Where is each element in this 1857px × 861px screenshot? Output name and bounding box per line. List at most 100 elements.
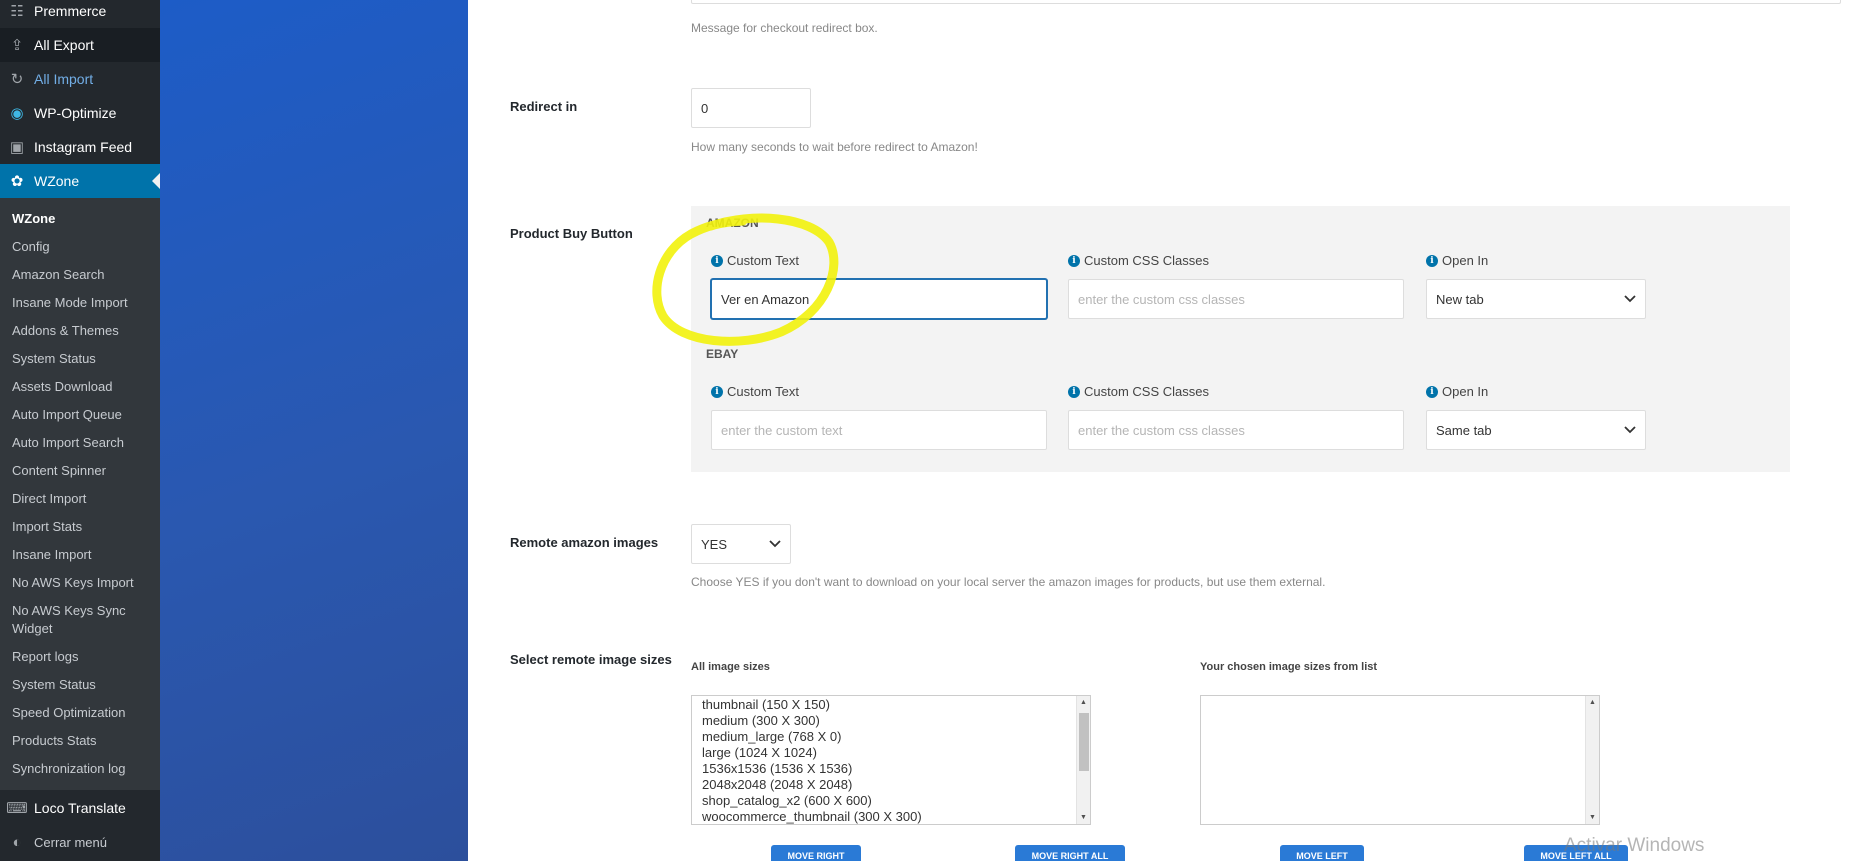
scroll-up-icon[interactable]: ▲	[1589, 699, 1596, 706]
submenu-item[interactable]: No AWS Keys Import	[12, 574, 157, 592]
ebay-custom-text-input[interactable]: enter the custom text	[711, 410, 1047, 450]
submenu-item[interactable]: Synchronization log	[12, 760, 157, 778]
menu-item-all-import[interactable]: ↻ All Import	[0, 62, 160, 96]
chosen-image-sizes-list[interactable]: ▲ ▼	[1200, 695, 1600, 825]
list-scrollbar[interactable]: ▲ ▼	[1076, 696, 1090, 824]
list-option[interactable]: 1536x1536 (1536 X 1536)	[702, 761, 852, 777]
checkout-message-textarea[interactable]	[691, 0, 1841, 4]
amazon-open-in-label: i Open In	[1426, 253, 1488, 268]
submenu-item[interactable]: Import Stats	[12, 518, 157, 536]
camera-icon: ▣	[9, 139, 25, 156]
menu-label: Cerrar menú	[34, 834, 107, 850]
submenu-item[interactable]: Direct Import	[12, 490, 157, 508]
buy-button-label: Product Buy Button	[510, 226, 633, 241]
submenu-item[interactable]: Speed Optimization	[12, 704, 157, 722]
amazon-open-in-select[interactable]: New tab	[1426, 279, 1646, 319]
menu-label: All Import	[34, 71, 94, 87]
redirect-seconds-input[interactable]: 0	[691, 88, 811, 128]
list-option[interactable]: woocommerce_thumbnail (300 X 300)	[702, 809, 922, 824]
amazon-custom-text-input[interactable]: Ver en Amazon	[711, 279, 1047, 319]
list-scrollbar[interactable]: ▲ ▼	[1585, 696, 1599, 824]
move-right-button[interactable]: MOVE RIGHT	[771, 845, 861, 861]
menu-label: Premmerce	[34, 3, 107, 19]
amazon-css-input[interactable]: enter the custom css classes	[1068, 279, 1404, 319]
label-text: Custom Text	[727, 384, 800, 399]
move-left-button[interactable]: MOVE LEFT	[1280, 845, 1364, 861]
ebay-custom-text-label: i Custom Text	[711, 384, 799, 399]
scroll-down-icon[interactable]: ▼	[1080, 814, 1087, 821]
list-option[interactable]: medium_large (768 X 0)	[702, 729, 841, 745]
label-text: Custom Text	[727, 253, 800, 268]
ebay-open-in-select[interactable]: Same tab	[1426, 410, 1646, 450]
submenu-item[interactable]: WZone	[12, 210, 157, 228]
optimize-icon: ◉	[10, 105, 24, 122]
scroll-thumb[interactable]	[1079, 713, 1089, 771]
scroll-down-icon[interactable]: ▼	[1589, 814, 1596, 821]
list-option[interactable]: shop_catalog_x2 (600 X 600)	[702, 793, 872, 809]
move-right-all-button[interactable]: MOVE RIGHT ALL	[1015, 845, 1125, 861]
decorative-blue-panel	[160, 0, 468, 861]
amazon-group-title: AMAZON	[706, 216, 759, 230]
all-image-sizes-title: All image sizes	[691, 661, 770, 673]
label-text: Custom CSS Classes	[1084, 253, 1209, 268]
submenu-item[interactable]: Config	[12, 238, 157, 256]
amazon-css-label: i Custom CSS Classes	[1068, 253, 1209, 268]
translate-icon: ⌨	[6, 800, 28, 817]
activate-windows-watermark: Activar Windows	[1564, 835, 1705, 856]
checkout-message-desc: Message for checkout redirect box.	[691, 21, 878, 35]
collapse-menu-button[interactable]: ◐ Cerrar menú	[0, 825, 160, 859]
select-value: New tab	[1436, 291, 1484, 307]
menu-item-premmerce[interactable]: ☷ Premmerce	[0, 0, 160, 28]
submenu-item[interactable]: Insane Mode Import	[12, 294, 157, 312]
info-icon: i	[1426, 254, 1438, 267]
label-text: Open In	[1442, 384, 1489, 399]
submenu-item[interactable]: Amazon Search	[12, 266, 157, 284]
menu-item-all-export[interactable]: ⇪ All Export	[0, 28, 160, 62]
ebay-css-input[interactable]: enter the custom css classes	[1068, 410, 1404, 450]
menu-label: WZone	[34, 173, 80, 189]
scroll-up-icon[interactable]: ▲	[1080, 699, 1087, 706]
submenu-item[interactable]: Auto Import Queue	[12, 406, 157, 424]
remote-images-desc: Choose YES if you don't want to download…	[691, 575, 1326, 589]
info-icon: i	[1426, 385, 1438, 398]
menu-label: Loco Translate	[34, 800, 126, 816]
info-icon: i	[711, 385, 723, 398]
submenu-item[interactable]: Addons & Themes	[12, 322, 157, 340]
menu-item-wzone[interactable]: ✿ WZone	[0, 164, 160, 198]
info-icon: i	[1068, 385, 1080, 398]
submenu-item[interactable]: System Status	[12, 676, 157, 694]
list-option[interactable]: large (1024 X 1024)	[702, 745, 817, 761]
chosen-image-sizes-title: Your chosen image sizes from list	[1200, 661, 1378, 673]
submenu-item[interactable]: System Status	[12, 350, 157, 368]
menu-item-wp-optimize[interactable]: ◉ WP-Optimize	[0, 96, 160, 130]
submenu-item[interactable]: Content Spinner	[12, 462, 157, 480]
list-option[interactable]: thumbnail (150 X 150)	[702, 697, 830, 713]
list-option[interactable]: medium (300 X 300)	[702, 713, 820, 729]
submenu-item[interactable]: Report logs	[12, 648, 157, 666]
admin-sidebar: ☷ Premmerce ⇪ All Export ↻ All Import ◉ …	[0, 0, 160, 861]
info-icon: i	[1068, 254, 1080, 267]
menu-label: All Export	[34, 37, 94, 53]
all-image-sizes-list[interactable]: thumbnail (150 X 150) medium (300 X 300)…	[691, 695, 1091, 825]
remote-images-label: Remote amazon images	[510, 535, 659, 550]
buy-button-box: AMAZON i Custom Text Ver en Amazon i Cus…	[691, 206, 1790, 472]
label-text: Open In	[1442, 253, 1489, 268]
submenu-item[interactable]: Auto Import Search	[12, 434, 157, 452]
menu-item-instagram-feed[interactable]: ▣ Instagram Feed	[0, 130, 160, 164]
label-text: Custom CSS Classes	[1084, 384, 1209, 399]
menu-label: Instagram Feed	[34, 139, 133, 155]
submenu-item[interactable]: Products Stats	[12, 732, 157, 750]
export-icon: ⇪	[10, 37, 24, 54]
remote-images-select[interactable]: YES	[691, 524, 791, 564]
submenu-item[interactable]: Insane Import	[12, 546, 157, 564]
redirect-label: Redirect in	[510, 99, 578, 114]
ebay-group-title: EBAY	[706, 347, 739, 361]
ebay-css-label: i Custom CSS Classes	[1068, 384, 1209, 399]
submenu-item[interactable]: No AWS Keys Sync Widget	[12, 602, 130, 638]
import-icon: ↻	[10, 71, 24, 88]
menu-item-loco-translate[interactable]: ⌨ Loco Translate	[0, 791, 160, 825]
list-option[interactable]: 2048x2048 (2048 X 2048)	[702, 777, 852, 793]
current-menu-arrow	[152, 173, 160, 189]
wzone-icon: ✿	[10, 173, 24, 190]
submenu-item[interactable]: Assets Download	[12, 378, 157, 396]
